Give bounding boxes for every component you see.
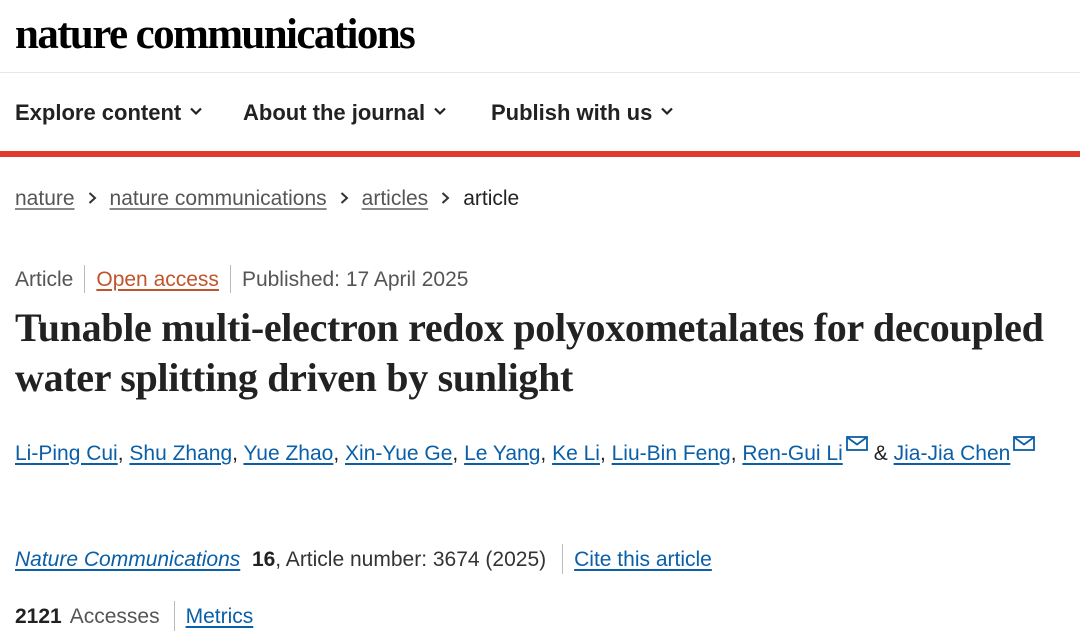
article-page: nature communications Explore content Ab… xyxy=(0,0,1080,644)
cite-this-article-link[interactable]: Cite this article xyxy=(574,548,712,571)
accesses-label: Accesses xyxy=(69,605,160,628)
site-logo[interactable]: nature communications xyxy=(15,10,416,59)
author-separator: , xyxy=(333,442,346,465)
breadcrumb-current: article xyxy=(463,187,520,210)
author-link[interactable]: Ke Li xyxy=(552,442,600,465)
email-icon[interactable] xyxy=(1013,436,1036,451)
meta-divider xyxy=(229,265,231,293)
nav-about-journal-label: About the journal xyxy=(243,100,426,125)
published-date: Published: 17 April 2025 xyxy=(241,268,469,291)
accesses-count: 2121 xyxy=(15,605,62,628)
article-number: , Article number: 3674 (2025) xyxy=(275,548,547,571)
metrics-divider xyxy=(173,601,175,631)
chevron-right-icon xyxy=(340,192,349,204)
author-separator: , xyxy=(730,442,743,465)
chevron-down-icon xyxy=(190,107,203,116)
author-separator: , xyxy=(599,442,612,465)
main-navigation: Explore content About the journal Publis… xyxy=(0,73,1080,151)
chevron-right-icon xyxy=(442,192,450,204)
author-separator: , xyxy=(540,442,553,465)
author-link[interactable]: Ren-Gui Li xyxy=(742,442,842,465)
nav-explore-content[interactable]: Explore content xyxy=(15,100,203,126)
chevron-down-icon xyxy=(434,107,446,116)
breadcrumb: nature nature communications articles artic… xyxy=(15,187,519,211)
nav-explore-content-label: Explore content xyxy=(15,100,182,125)
accent-divider xyxy=(0,151,1080,157)
author-link[interactable]: Yue Zhao xyxy=(243,442,333,465)
author-link[interactable]: Li-Ping Cui xyxy=(15,442,118,465)
chevron-right-icon xyxy=(88,192,97,204)
author-conjunction: & xyxy=(873,442,888,465)
breadcrumb-nature-communications[interactable]: nature communications xyxy=(110,187,327,210)
author-separator: , xyxy=(117,442,130,465)
metrics-line: 2121 Accesses Metrics xyxy=(15,601,253,631)
nav-publish-with-us-label: Publish with us xyxy=(491,100,653,125)
nav-about-journal[interactable]: About the journal xyxy=(243,100,447,126)
author-link[interactable]: Liu-Bin Feng xyxy=(612,442,731,465)
site-header: nature communications xyxy=(0,0,1080,73)
nav-publish-with-us[interactable]: Publish with us xyxy=(491,100,674,126)
author-link[interactable]: Xin-Yue Ge xyxy=(345,442,452,465)
author-link[interactable]: Shu Zhang xyxy=(129,442,232,465)
article-type: Article xyxy=(15,268,74,291)
article-meta: Article Open access Published: 17 April 20… xyxy=(15,265,468,293)
author-link[interactable]: Le Yang xyxy=(464,442,540,465)
citation-line: Nature Communications 16, Article number… xyxy=(15,544,712,574)
citation-divider xyxy=(562,544,564,574)
author-separator: , xyxy=(452,442,465,465)
author-list: Li-Ping Cui, Shu Zhang, Yue Zhao, Xin-Yu… xyxy=(15,436,1075,466)
article-title: Tunable multi-electron redox polyoxometa… xyxy=(15,305,1044,400)
meta-divider xyxy=(84,265,86,293)
breadcrumb-articles[interactable]: articles xyxy=(362,187,429,210)
author-separator: , xyxy=(232,442,244,465)
metrics-link[interactable]: Metrics xyxy=(186,605,254,628)
breadcrumb-nature[interactable]: nature xyxy=(15,187,75,210)
volume-number: 16 xyxy=(251,548,276,571)
journal-link[interactable]: Nature Communications xyxy=(15,548,240,571)
author-link[interactable]: Jia-Jia Chen xyxy=(894,442,1011,465)
email-icon[interactable] xyxy=(845,436,868,451)
chevron-down-icon xyxy=(661,107,674,116)
open-access-link[interactable]: Open access xyxy=(96,268,219,291)
